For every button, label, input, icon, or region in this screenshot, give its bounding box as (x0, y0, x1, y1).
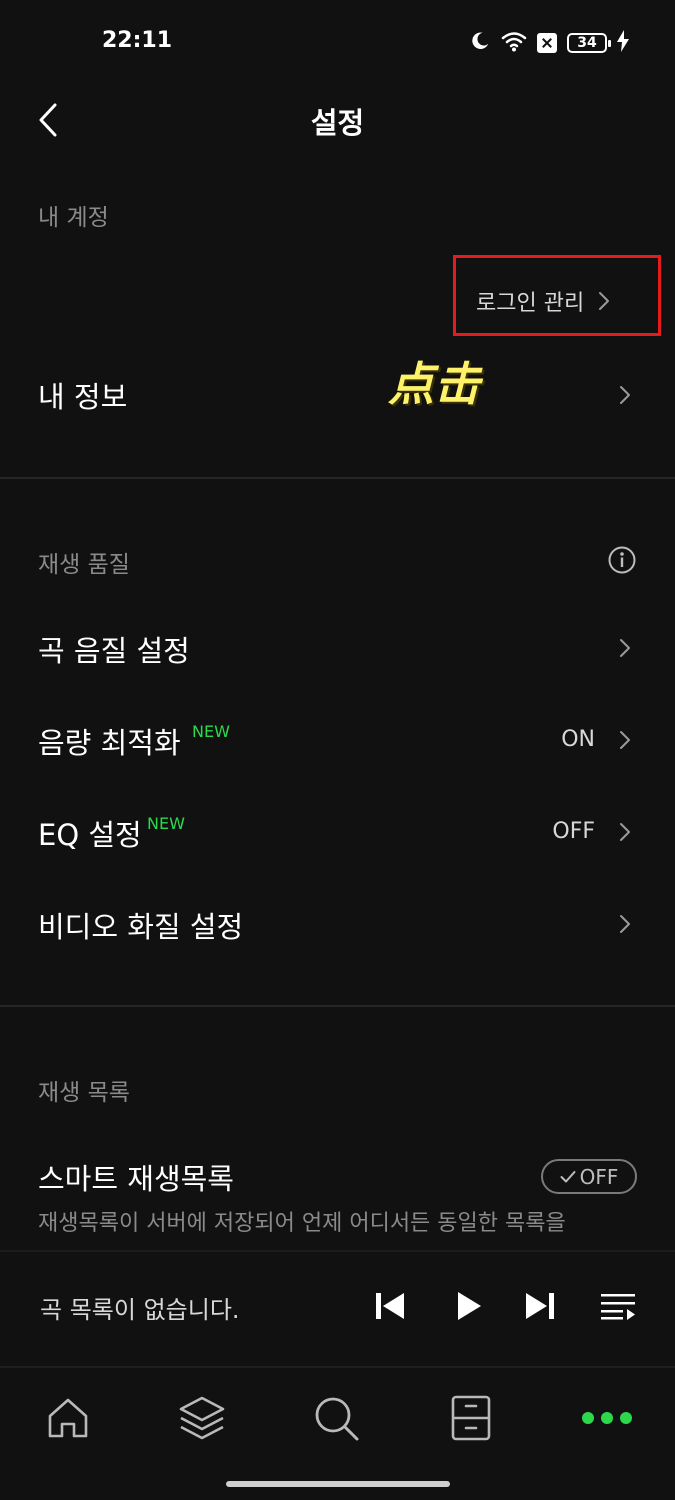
moon-icon (469, 30, 491, 56)
charging-icon (617, 30, 629, 56)
wifi-icon (501, 30, 527, 56)
layers-icon (179, 1396, 225, 1440)
toggle-label: OFF (579, 1164, 619, 1189)
playlist-button[interactable] (596, 1284, 640, 1328)
page-title: 설정 (310, 106, 365, 140)
tab-home[interactable] (40, 1392, 96, 1444)
song-quality-label[interactable]: 곡 음질 설정 (38, 628, 190, 670)
section-title-account: 내 계정 (38, 205, 109, 231)
my-info-label[interactable]: 내 정보 (38, 374, 127, 416)
chevron-right-icon[interactable] (615, 726, 635, 754)
smart-playlist-label: 스마트 재생목록 (38, 1162, 234, 1196)
queue-icon (601, 1294, 635, 1320)
search-icon (315, 1397, 359, 1441)
eq-settings-value: OFF (552, 819, 595, 844)
section-title-playlist: 재생 목록 (38, 1080, 130, 1106)
volume-optimize-value: ON (561, 727, 595, 752)
home-icon (48, 1398, 88, 1438)
play-button[interactable] (446, 1284, 490, 1328)
info-icon[interactable] (607, 545, 637, 579)
home-indicator (226, 1481, 450, 1487)
highlight-box (453, 255, 661, 336)
status-icons: 34 (469, 28, 629, 58)
skip-previous-icon (376, 1293, 404, 1319)
previous-button[interactable] (368, 1284, 412, 1328)
smart-playlist-toggle[interactable]: OFF (541, 1159, 637, 1194)
tab-more[interactable] (579, 1392, 635, 1444)
smart-playlist-description: 재생목록이 서버에 저장되어 언제 어디서든 동일한 목록을 (38, 1211, 566, 1236)
chevron-right-icon[interactable] (615, 634, 635, 662)
check-icon (560, 1170, 576, 1182)
status-time: 22:11 (102, 28, 173, 53)
new-badge: NEW (147, 814, 185, 833)
section-title-quality: 재생 품질 (38, 552, 130, 578)
volume-optimize-label[interactable]: 음량 최적화 (38, 720, 181, 762)
video-quality-label[interactable]: 비디오 화질 설정 (38, 904, 243, 946)
tab-library[interactable] (174, 1392, 230, 1444)
chevron-right-icon[interactable] (615, 910, 635, 938)
drawer-icon (451, 1395, 491, 1441)
eq-settings-label[interactable]: EQ 설정 (38, 812, 142, 854)
no-sim-icon (537, 33, 557, 53)
battery-icon: 34 (567, 33, 611, 53)
new-badge: NEW (192, 722, 230, 741)
skip-next-icon (526, 1293, 554, 1319)
tap-annotation: 点击 (388, 357, 480, 411)
player-empty-message: 곡 목록이 없습니다. (40, 1296, 240, 1324)
more-icon (582, 1412, 632, 1424)
battery-level: 34 (577, 35, 597, 51)
divider (0, 477, 675, 479)
play-icon (458, 1292, 481, 1320)
divider (0, 1005, 675, 1007)
tab-search[interactable] (308, 1392, 364, 1444)
chevron-right-icon[interactable] (615, 818, 635, 846)
tab-storage[interactable] (443, 1392, 499, 1444)
next-button[interactable] (518, 1284, 562, 1328)
my-info-chevron-icon[interactable] (615, 381, 635, 409)
